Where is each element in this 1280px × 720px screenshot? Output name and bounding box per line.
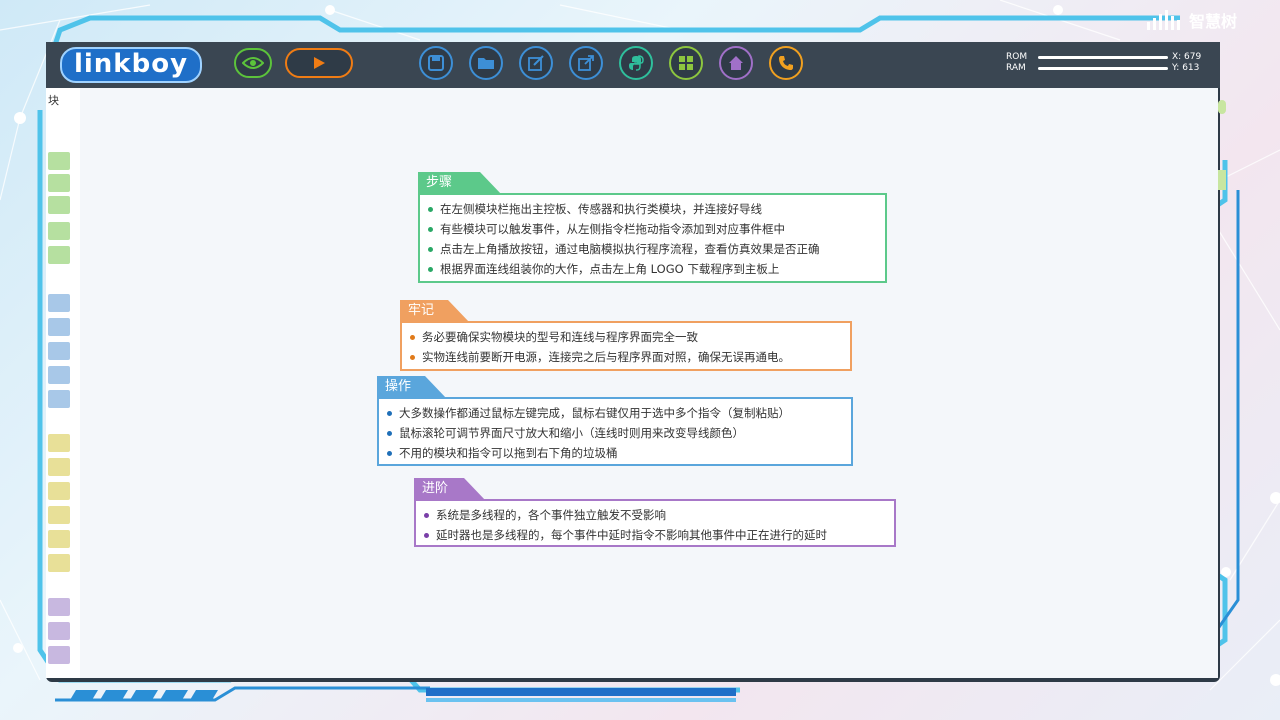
brand-watermark: 智慧树 bbox=[1145, 8, 1255, 32]
ram-bar bbox=[1038, 67, 1168, 70]
module-slot[interactable] bbox=[48, 294, 70, 312]
module-slot[interactable] bbox=[48, 152, 70, 170]
remember-box: 务必要确保实物模块的型号和连线与程序界面完全一致 实物连线前要断开电源，连接完之… bbox=[400, 321, 852, 371]
play-button[interactable] bbox=[285, 48, 353, 78]
floppy-icon bbox=[428, 55, 444, 71]
bottom-frame bbox=[70, 688, 736, 702]
open-button[interactable] bbox=[469, 46, 503, 80]
remember-card: 牢记 务必要确保实物模块的型号和连线与程序界面完全一致 实物连线前要断开电源，连… bbox=[400, 300, 853, 372]
advanced-item: 延时器也是多线程的，每个事件中延时指令不影响其他事件中正在进行的延时 bbox=[422, 525, 888, 545]
steps-item: 在左侧模块栏拖出主控板、传感器和执行类模块，并连接好导线 bbox=[426, 199, 879, 219]
module-slot[interactable] bbox=[48, 506, 70, 524]
grid-icon bbox=[679, 56, 693, 70]
module-slot[interactable] bbox=[48, 598, 70, 616]
module-slot[interactable] bbox=[48, 174, 70, 192]
operate-item: 不用的模块和指令可以拖到右下角的垃圾桶 bbox=[385, 443, 845, 463]
x-coordinate: X: 679 bbox=[1172, 52, 1202, 62]
brand-text: 智慧树 bbox=[1189, 12, 1238, 31]
module-slot[interactable] bbox=[48, 530, 70, 548]
module-slot[interactable] bbox=[48, 246, 70, 264]
steps-title: 步骤 bbox=[426, 175, 453, 190]
steps-card: 步骤 在左侧模块栏拖出主控板、传感器和执行类模块，并连接好导线 有些模块可以触发… bbox=[418, 172, 888, 284]
remember-item: 实物连线前要断开电源，连接完之后与程序界面对照，确保无误再通电。 bbox=[408, 347, 844, 367]
advanced-title: 进阶 bbox=[422, 481, 449, 496]
steps-item: 根据界面连线组装你的大作，点击左上角 LOGO 下载程序到主板上 bbox=[426, 259, 879, 279]
module-slot[interactable] bbox=[48, 342, 70, 360]
ram-label: RAM bbox=[1006, 63, 1026, 73]
home-button[interactable] bbox=[719, 46, 753, 80]
module-slot[interactable] bbox=[48, 222, 70, 240]
folder-icon bbox=[478, 58, 494, 69]
export-button[interactable] bbox=[569, 46, 603, 80]
python-button[interactable] bbox=[619, 46, 653, 80]
module-slot[interactable] bbox=[48, 366, 70, 384]
python-icon bbox=[629, 55, 644, 71]
module-slot[interactable] bbox=[48, 434, 70, 452]
remember-item: 务必要确保实物模块的型号和连线与程序界面完全一致 bbox=[408, 327, 844, 347]
steps-item: 点击左上角播放按钮，通过电脑模拟执行程序流程，查看仿真效果是否正确 bbox=[426, 239, 879, 259]
eye-icon bbox=[242, 57, 264, 69]
module-slot[interactable] bbox=[48, 482, 70, 500]
module-tab[interactable]: 块 bbox=[48, 92, 59, 108]
signal-bars-icon bbox=[1147, 10, 1180, 30]
home-icon bbox=[729, 56, 743, 70]
rom-bar bbox=[1038, 56, 1168, 59]
phone-button[interactable] bbox=[769, 46, 803, 80]
memory-readout: ROM X: 679 RAM Y: 613 bbox=[1006, 52, 1216, 76]
remember-title: 牢记 bbox=[408, 303, 435, 318]
y-coordinate: Y: 613 bbox=[1172, 63, 1200, 73]
right-scrollbar[interactable] bbox=[1218, 90, 1228, 650]
view-button[interactable] bbox=[234, 48, 272, 78]
operate-title: 操作 bbox=[385, 379, 412, 394]
module-slot[interactable] bbox=[48, 196, 70, 214]
play-icon bbox=[314, 57, 325, 69]
module-slot[interactable] bbox=[48, 458, 70, 476]
advanced-card: 进阶 系统是多线程的，各个事件独立触发不受影响 延时器也是多线程的，每个事件中延… bbox=[414, 478, 896, 549]
operate-item: 大多数操作都通过鼠标左键完成，鼠标右键仅用于选中多个指令（复制粘贴） bbox=[385, 403, 845, 423]
module-slot[interactable] bbox=[48, 554, 70, 572]
edit-button[interactable] bbox=[519, 46, 553, 80]
steps-item: 有些模块可以触发事件，从左侧指令栏拖动指令添加到对应事件框中 bbox=[426, 219, 879, 239]
save-button[interactable] bbox=[419, 46, 453, 80]
operate-item: 鼠标滚轮可调节界面尺寸放大和缩小（连线时则用来改变导线颜色） bbox=[385, 423, 845, 443]
phone-icon bbox=[779, 56, 793, 70]
steps-box: 在左侧模块栏拖出主控板、传感器和执行类模块，并连接好导线 有些模块可以触发事件，… bbox=[418, 193, 887, 283]
operate-box: 大多数操作都通过鼠标左键完成，鼠标右键仅用于选中多个指令（复制粘贴） 鼠标滚轮可… bbox=[377, 397, 853, 466]
rom-label: ROM bbox=[1006, 52, 1028, 62]
module-slot[interactable] bbox=[48, 390, 70, 408]
module-slot[interactable] bbox=[48, 622, 70, 640]
advanced-box: 系统是多线程的，各个事件独立触发不受影响 延时器也是多线程的，每个事件中延时指令… bbox=[414, 499, 896, 547]
edit-icon bbox=[528, 55, 544, 71]
advanced-item: 系统是多线程的，各个事件独立触发不受影响 bbox=[422, 505, 888, 525]
grid-button[interactable] bbox=[669, 46, 703, 80]
operate-card: 操作 大多数操作都通过鼠标左键完成，鼠标右键仅用于选中多个指令（复制粘贴） 鼠标… bbox=[377, 376, 853, 467]
module-slot[interactable] bbox=[48, 646, 70, 664]
export-icon bbox=[578, 55, 594, 71]
logo-button[interactable]: linkboy bbox=[60, 47, 202, 83]
module-slot[interactable] bbox=[48, 318, 70, 336]
